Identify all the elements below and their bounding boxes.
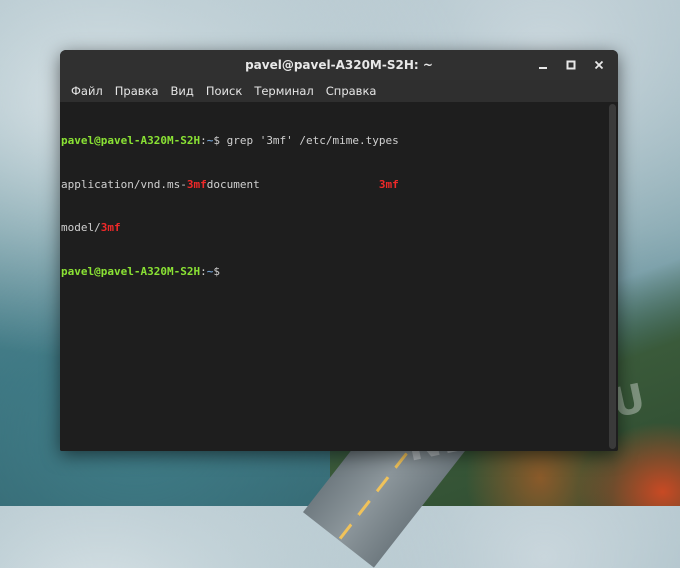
menu-bar: Файл Правка Вид Поиск Терминал Справка xyxy=(60,80,618,103)
prompt-user-host: pavel@pavel-A320M-S2H xyxy=(61,264,201,278)
menu-file[interactable]: Файл xyxy=(65,80,109,102)
terminal-output[interactable]: pavel@pavel-A320M-S2H:~$ grep '3mf' /etc… xyxy=(60,102,618,451)
match-highlight: 3mf xyxy=(378,177,399,191)
terminal-window[interactable]: pavel@pavel-A320M-S2H: ~ Файл Правка Вид… xyxy=(60,50,618,451)
terminal-line-result-1: application/vnd.ms-3mfdocument 3mf xyxy=(61,178,618,193)
prompt-colon: : xyxy=(200,264,207,278)
prompt-symbol: $ xyxy=(213,134,227,147)
prompt-colon: : xyxy=(200,134,207,147)
result-prefix: model/ xyxy=(61,221,101,234)
menu-view[interactable]: Вид xyxy=(165,80,200,102)
close-icon[interactable] xyxy=(588,54,610,76)
terminal-line-result-2: model/3mf xyxy=(61,221,618,236)
title-bar[interactable]: pavel@pavel-A320M-S2H: ~ xyxy=(60,50,618,80)
menu-edit[interactable]: Правка xyxy=(109,80,165,102)
menu-terminal[interactable]: Терминал xyxy=(248,80,319,102)
terminal-line-command: pavel@pavel-A320M-S2H:~$ grep '3mf' /etc… xyxy=(61,134,618,149)
window-controls xyxy=(532,50,610,80)
minimize-icon[interactable] xyxy=(532,54,554,76)
maximize-icon[interactable] xyxy=(560,54,582,76)
menu-help[interactable]: Справка xyxy=(320,80,383,102)
result-suffix: document xyxy=(206,177,379,191)
terminal-line-prompt: pavel@pavel-A320M-S2H:~$ xyxy=(61,265,618,280)
prompt-user-host: pavel@pavel-A320M-S2H xyxy=(61,134,201,147)
prompt-symbol: $ xyxy=(213,264,220,278)
menu-search[interactable]: Поиск xyxy=(200,80,248,102)
result-prefix: application/vnd.ms- xyxy=(61,177,187,191)
match-highlight: 3mf xyxy=(186,177,207,191)
match-highlight: 3mf xyxy=(100,221,121,234)
scrollbar[interactable] xyxy=(609,104,616,449)
window-title: pavel@pavel-A320M-S2H: ~ xyxy=(245,58,433,72)
command-text: grep '3mf' /etc/mime.types xyxy=(226,134,399,147)
